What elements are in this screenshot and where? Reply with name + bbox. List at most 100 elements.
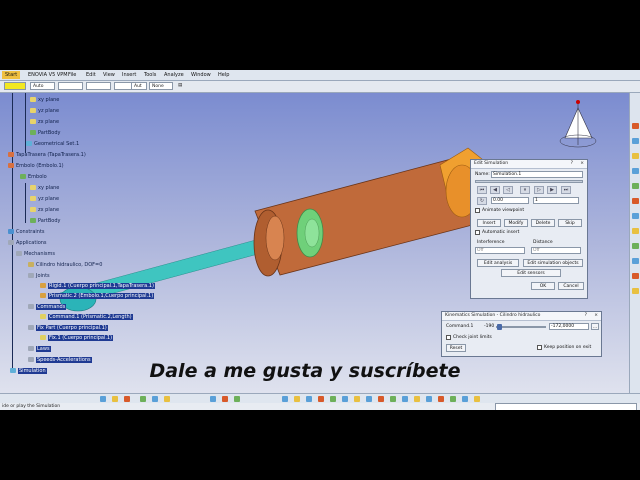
tool-icon[interactable] [234, 396, 240, 402]
edit-analysis-button[interactable]: Edit analysis [477, 259, 519, 267]
menu-window[interactable]: Window [191, 72, 211, 78]
automatic-insert-checkbox[interactable] [475, 230, 480, 235]
tool-icon[interactable] [330, 396, 336, 402]
step-count-select[interactable]: 1 [533, 197, 579, 204]
tree-item-constraints[interactable]: Constraints [8, 229, 45, 235]
menu-analyze[interactable]: Analyze [164, 72, 184, 78]
transparency-select[interactable]: Auto [30, 82, 55, 90]
tool-icon[interactable] [294, 396, 300, 402]
tool-icon[interactable] [632, 123, 639, 129]
edit-simulation-objects-button[interactable]: Edit simulation objects [523, 259, 583, 267]
close-icon[interactable]: × [580, 160, 584, 168]
menu-help[interactable]: Help [218, 72, 229, 78]
menu-edit[interactable]: Edit [86, 72, 96, 78]
rendering-style-select[interactable]: Aut [131, 82, 147, 90]
menu-tools[interactable]: Tools [144, 72, 156, 78]
tree-item-partbody[interactable]: PartBody [30, 130, 61, 136]
tool-icon[interactable] [632, 198, 639, 204]
step-forward-icon[interactable]: ▷ [534, 186, 544, 194]
play-backward-icon[interactable]: ◀ [490, 186, 500, 194]
tool-icon[interactable] [438, 396, 444, 402]
tool-icon[interactable] [632, 213, 639, 219]
tree-item-command-1[interactable]: Command.1 (Prismatic.2,Length) [40, 314, 133, 320]
menu-view[interactable]: View [103, 72, 115, 78]
tree-item-rigid[interactable]: Rigid.1 (Cuerpo principal.1,TapaTrasera.… [40, 283, 155, 289]
tool-icon[interactable] [632, 183, 639, 189]
tool-icon[interactable] [282, 396, 288, 402]
tree-item-fix-part[interactable]: Fix Part (Cuerpo principal.1) [28, 325, 108, 331]
line-type-select[interactable] [86, 82, 111, 90]
tool-icon[interactable] [632, 288, 639, 294]
3d-viewport[interactable]: xy plane yz plane zx plane PartBody Geom… [0, 93, 629, 393]
tool-icon[interactable] [450, 396, 456, 402]
ok-button[interactable]: OK [531, 282, 555, 290]
animate-viewpoint-checkbox[interactable] [475, 208, 480, 213]
insert-button[interactable]: Insert [477, 219, 501, 227]
help-icon[interactable]: ? [585, 312, 587, 320]
tree-item-yz-plane[interactable]: yz plane [30, 108, 59, 114]
more-button[interactable]: … [591, 323, 599, 330]
tool-icon[interactable] [402, 396, 408, 402]
skip-to-start-icon[interactable]: ⏮ [477, 186, 487, 194]
tool-icon[interactable] [632, 138, 639, 144]
interference-select[interactable]: Off [475, 247, 525, 254]
tool-icon[interactable] [426, 396, 432, 402]
step-backward-icon[interactable]: ◁ [503, 186, 513, 194]
tool-icon[interactable] [210, 396, 216, 402]
name-field[interactable]: Simulation.1 [491, 171, 583, 178]
tool-icon[interactable] [474, 396, 480, 402]
distance-select[interactable]: Off [531, 247, 581, 254]
tree-item-tapatrasera[interactable]: TapaTrasera (TapaTrasera.1) [8, 152, 86, 158]
tool-icon[interactable] [112, 396, 118, 402]
tree-item-joints[interactable]: Joints [28, 273, 50, 279]
tool-icon[interactable] [354, 396, 360, 402]
slider-thumb[interactable] [497, 324, 502, 330]
tool-icon[interactable] [632, 228, 639, 234]
tree-item-zx-plane-2[interactable]: zx plane [30, 207, 59, 213]
tree-item-laws[interactable]: Laws [28, 346, 51, 352]
color-select[interactable] [4, 82, 26, 90]
reset-button[interactable]: Reset [446, 344, 466, 352]
tree-item-mechanism[interactable]: Cilindro hidraulico, DOF=0 [28, 262, 102, 268]
step-time-field[interactable]: 0.00 [491, 197, 529, 204]
help-icon[interactable]: ? [571, 160, 573, 168]
tool-icon[interactable] [632, 243, 639, 249]
command-slider[interactable] [496, 324, 546, 330]
edit-sensors-button[interactable]: Edit sensors [501, 269, 561, 277]
tool-icon[interactable] [378, 396, 384, 402]
delete-button[interactable]: Delete [531, 219, 555, 227]
tool-icon[interactable] [632, 258, 639, 264]
tool-icon[interactable] [632, 153, 639, 159]
menu-start[interactable]: Start [2, 71, 21, 79]
tree-item-commands[interactable]: Commands [28, 304, 67, 310]
tool-icon[interactable] [124, 396, 130, 402]
tool-icon[interactable] [152, 396, 158, 402]
tree-item-xy-plane[interactable]: xy plane [30, 97, 59, 103]
tool-icon[interactable] [632, 168, 639, 174]
tool-icon[interactable] [414, 396, 420, 402]
menu-file[interactable]: File [68, 72, 76, 78]
skip-to-end-icon[interactable]: ⏭ [561, 186, 571, 194]
command-value-field[interactable]: -172,0000 [549, 323, 589, 330]
loop-icon[interactable]: ↻ [477, 197, 487, 205]
tool-icon[interactable] [140, 396, 146, 402]
close-icon[interactable]: × [594, 312, 598, 320]
tree-item-embolo-instance[interactable]: Embolo (Embolo.1) [8, 163, 64, 169]
tool-icon[interactable] [164, 396, 170, 402]
modify-button[interactable]: Modify [504, 219, 528, 227]
tree-item-xy-plane-2[interactable]: xy plane [30, 185, 59, 191]
command-input[interactable] [495, 403, 637, 410]
tool-icon[interactable] [318, 396, 324, 402]
tool-icon[interactable] [100, 396, 106, 402]
tool-icon[interactable] [366, 396, 372, 402]
tool-icon[interactable] [632, 273, 639, 279]
tool-icon[interactable] [390, 396, 396, 402]
menu-enovia[interactable]: ENOVIA V5 VPM [28, 72, 68, 78]
tree-item-yz-plane-2[interactable]: yz plane [30, 196, 59, 202]
cancel-button[interactable]: Cancel [558, 282, 584, 290]
tool-icon[interactable] [342, 396, 348, 402]
layer-select[interactable]: None [149, 82, 173, 90]
skip-button[interactable]: Skip [558, 219, 582, 227]
menu-insert[interactable]: Insert [122, 72, 136, 78]
tool-icon[interactable] [462, 396, 468, 402]
